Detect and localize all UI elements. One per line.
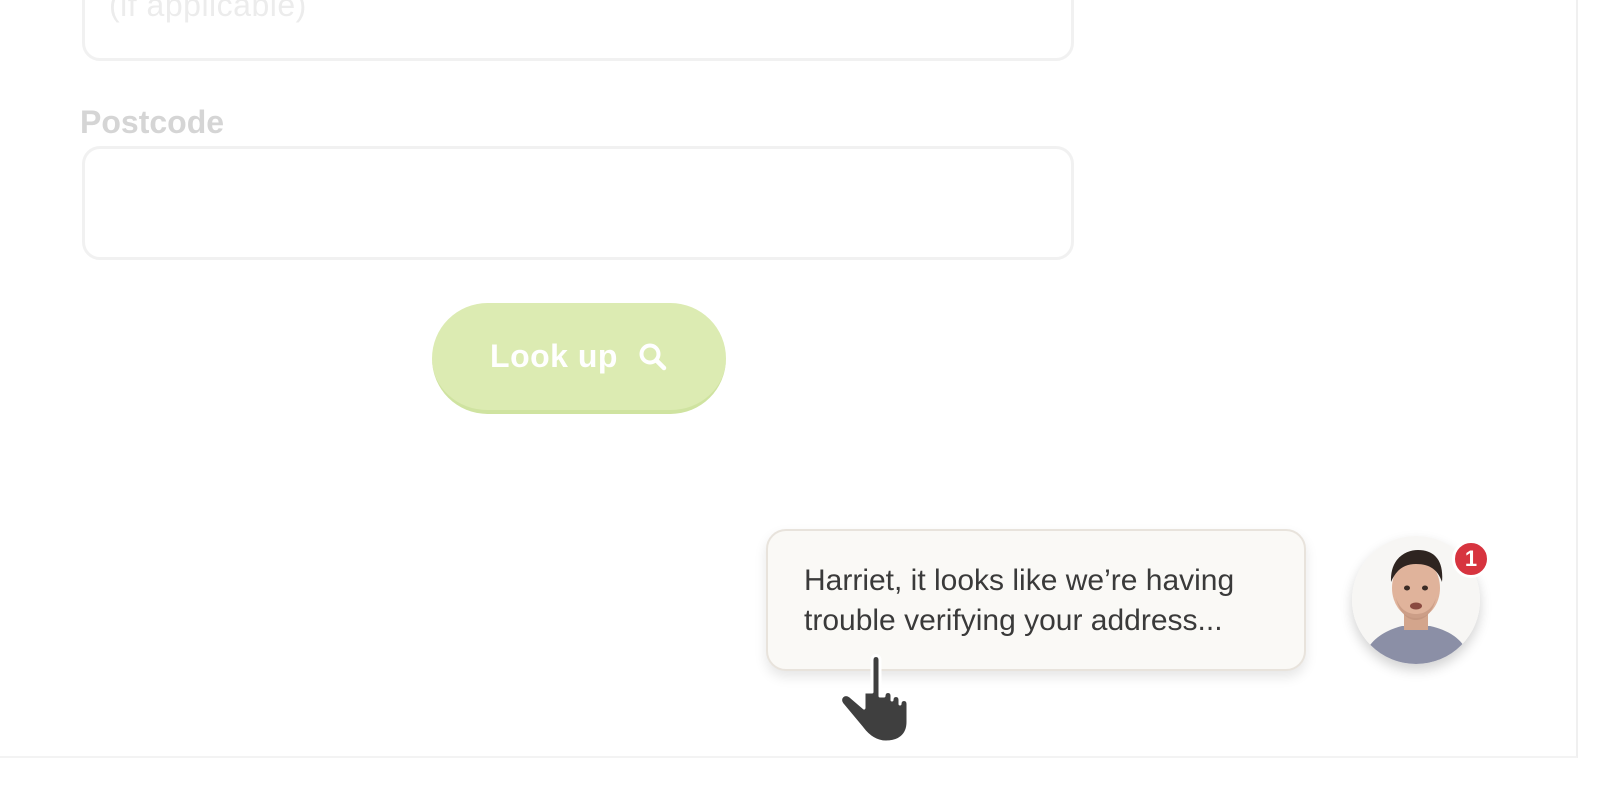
address-form-panel: (if applicable) Postcode Look up Harriet… — [0, 0, 1578, 758]
search-icon — [638, 342, 668, 372]
look-up-button[interactable]: Look up — [432, 303, 726, 414]
chat-message-bubble[interactable]: Harriet, it looks like we’re having trou… — [766, 529, 1306, 671]
unread-badge: 1 — [1452, 540, 1490, 578]
chat-agent-launcher[interactable]: 1 — [1352, 536, 1490, 668]
hand-pointer-icon — [834, 652, 924, 744]
page: (if applicable) Postcode Look up Harriet… — [0, 0, 1612, 808]
chat-message-text: Harriet, it looks like we’re having trou… — [804, 564, 1235, 637]
address-line-placeholder: (if applicable) — [109, 0, 307, 23]
postcode-label: Postcode — [80, 104, 225, 140]
address-line-field[interactable]: (if applicable) — [82, 0, 1074, 61]
postcode-field[interactable] — [82, 146, 1074, 260]
look-up-label: Look up — [490, 338, 618, 374]
